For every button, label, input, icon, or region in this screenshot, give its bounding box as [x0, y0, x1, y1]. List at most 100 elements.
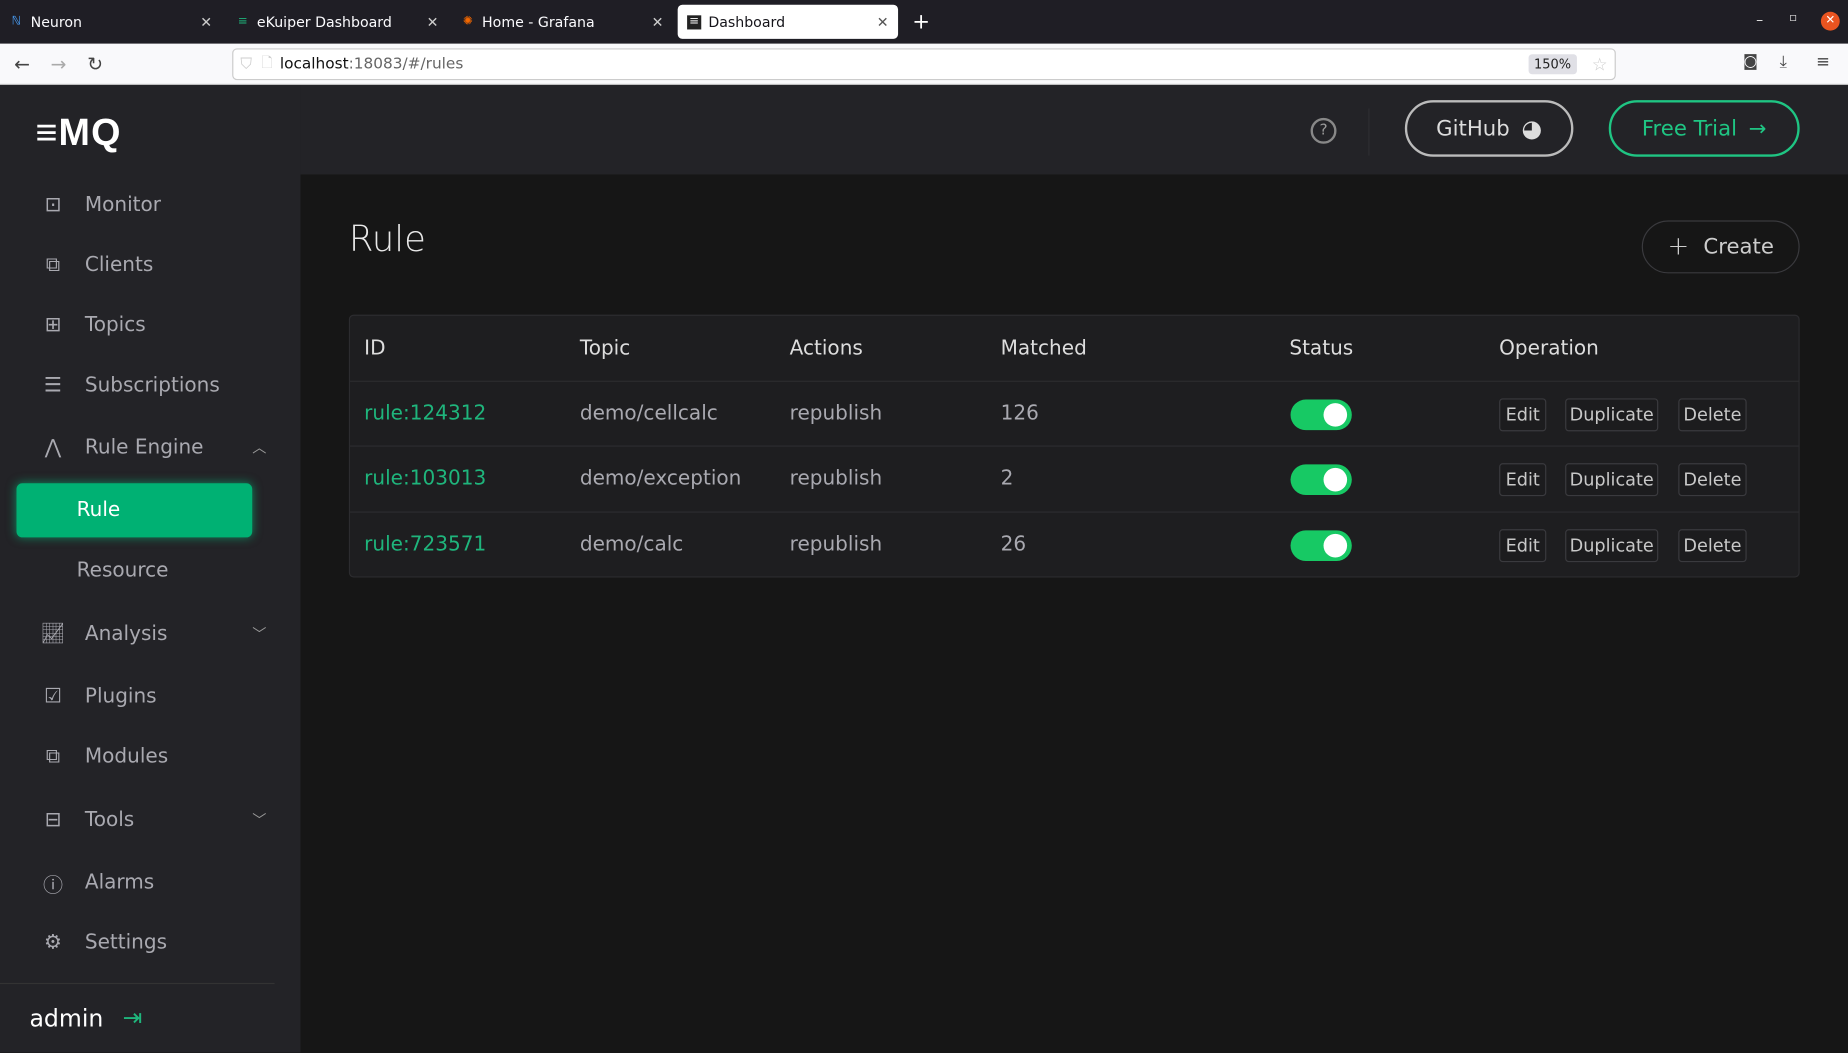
- close-tab-icon[interactable]: ✕: [427, 14, 439, 30]
- rule-id-link[interactable]: rule:723571: [364, 533, 486, 557]
- create-label: Create: [1703, 234, 1774, 260]
- tools-icon: ⊟: [44, 808, 62, 833]
- tab-grafana[interactable]: ✺ Home - Grafana ✕: [451, 5, 673, 39]
- rule-actions: republish: [789, 401, 883, 426]
- browser-nav-bar: ← → ↻ ⛉ 🗋 localhost:18083/#/rules 150% ☆…: [0, 43, 1848, 85]
- close-tab-icon[interactable]: ✕: [200, 14, 212, 30]
- sidebar-item-resource[interactable]: Resource: [77, 553, 169, 588]
- sidebar-item-alarms[interactable]: ⓘ Alarms: [40, 865, 154, 900]
- monitor-icon: ⊡: [44, 193, 62, 217]
- tab-label: Neuron: [30, 13, 83, 31]
- rule-topic: demo/cellcalc: [579, 401, 718, 426]
- delete-button[interactable]: Delete: [1678, 529, 1747, 563]
- tab-dashboard[interactable]: ≡ Dashboard ✕: [677, 4, 899, 39]
- divider: [0, 982, 275, 985]
- rule-topic: demo/exception: [579, 466, 742, 491]
- rule-engine-icon: ⋀: [44, 436, 62, 460]
- sidebar-item-tools[interactable]: ⊟ Tools: [40, 803, 135, 838]
- bookmark-star-icon[interactable]: ☆: [1592, 54, 1608, 75]
- sidebar-item-label: Rule Engine: [84, 436, 204, 460]
- sidebar-item-subscriptions[interactable]: ☰ Subscriptions: [40, 368, 220, 403]
- duplicate-button[interactable]: Duplicate: [1565, 463, 1659, 497]
- sidebar-item-modules[interactable]: ⧉ Modules: [40, 739, 168, 774]
- table-row: rule:723571 demo/calc republish 26 Edit …: [350, 511, 1799, 577]
- sidebar-item-rule[interactable]: Rule: [16, 483, 253, 538]
- sidebar-item-label: Resource: [76, 558, 169, 583]
- table-row: rule:103013 demo/exception republish 2 E…: [350, 445, 1799, 511]
- dashboard-icon: ≡: [687, 14, 702, 29]
- rule-actions: republish: [789, 532, 883, 557]
- zoom-level[interactable]: 150%: [1528, 54, 1577, 75]
- shield-icon: ⛉: [240, 55, 252, 74]
- edit-button[interactable]: Edit: [1499, 463, 1547, 497]
- page-icon: 🗋: [261, 54, 273, 71]
- tab-label: eKuiper Dashboard: [256, 13, 392, 31]
- url-host: localhost: [279, 55, 349, 74]
- chevron-down-icon[interactable]: ﹀: [252, 623, 266, 643]
- rule-actions: republish: [789, 466, 883, 491]
- sidebar-item-rule-engine[interactable]: ⋀ Rule Engine: [40, 430, 204, 465]
- rule-id-link[interactable]: rule:124312: [364, 402, 486, 426]
- top-header: ? GitHub ◕ Free Trial →: [300, 84, 1848, 175]
- sidebar-item-clients[interactable]: ⧉ Clients: [40, 247, 153, 282]
- status-toggle[interactable]: [1290, 464, 1352, 495]
- clients-icon: ⧉: [45, 253, 61, 277]
- url-bar[interactable]: ⛉ 🗋 localhost:18083/#/rules 150% ☆: [232, 48, 1616, 81]
- github-label: GitHub: [1436, 116, 1510, 141]
- duplicate-button[interactable]: Duplicate: [1565, 529, 1659, 563]
- browser-tab-bar: ℕ Neuron ✕ ≡ eKuiper Dashboard ✕ ✺ Home - Gra…: [0, 0, 1848, 44]
- duplicate-button[interactable]: Duplicate: [1565, 398, 1659, 432]
- create-button[interactable]: + Create: [1641, 220, 1800, 274]
- sidebar-item-label: Clients: [84, 253, 154, 277]
- delete-button[interactable]: Delete: [1678, 398, 1747, 432]
- minimize-button[interactable]: –: [1756, 12, 1763, 28]
- column-header-matched: Matched: [1000, 337, 1087, 361]
- github-button[interactable]: GitHub ◕: [1404, 100, 1574, 157]
- table-row: rule:124312 demo/cellcalc republish 126 …: [350, 380, 1799, 447]
- topics-icon: ⊞: [44, 313, 62, 338]
- analysis-icon: 📈︎: [40, 622, 66, 646]
- grafana-icon: ✺: [462, 14, 473, 28]
- close-tab-icon[interactable]: ✕: [877, 14, 889, 30]
- column-header-actions: Actions: [789, 337, 863, 361]
- pocket-icon[interactable]: ◙: [1743, 53, 1758, 71]
- column-header-operation: Operation: [1499, 337, 1599, 361]
- close-tab-icon[interactable]: ✕: [652, 14, 664, 30]
- rules-table: ID Topic Actions Matched Status Operatio…: [348, 314, 1800, 578]
- sidebar-item-topics[interactable]: ⊞ Topics: [40, 308, 146, 343]
- tab-ekuiper[interactable]: ≡ eKuiper Dashboard ✕: [226, 5, 448, 39]
- modules-icon: ⧉: [45, 744, 61, 769]
- logout-icon[interactable]: ⇥: [123, 1003, 143, 1031]
- gear-icon: ⚙: [44, 931, 63, 955]
- download-icon[interactable]: ⤓: [1780, 53, 1787, 72]
- forward-icon[interactable]: →: [51, 53, 67, 75]
- back-icon[interactable]: ←: [14, 53, 30, 75]
- edit-button[interactable]: Edit: [1499, 398, 1547, 432]
- chevron-up-icon[interactable]: ︿: [252, 437, 266, 457]
- rule-id-link[interactable]: rule:103013: [364, 467, 486, 491]
- delete-button[interactable]: Delete: [1678, 463, 1747, 497]
- status-toggle[interactable]: [1290, 530, 1352, 561]
- divider: [1368, 108, 1370, 156]
- sidebar-item-settings[interactable]: ⚙ Settings: [40, 925, 167, 960]
- plus-icon: +: [1667, 232, 1690, 262]
- edit-button[interactable]: Edit: [1499, 529, 1547, 563]
- help-icon[interactable]: ?: [1310, 117, 1337, 144]
- chevron-down-icon[interactable]: ﹀: [252, 810, 266, 830]
- sidebar-item-plugins[interactable]: ☑ Plugins: [40, 679, 157, 714]
- sidebar-item-monitor[interactable]: ⊡ Monitor: [40, 187, 161, 222]
- restore-button[interactable]: ▫: [1789, 12, 1797, 25]
- menu-icon[interactable]: ≡: [1816, 53, 1830, 72]
- new-tab-button[interactable]: +: [912, 9, 930, 34]
- rule-matched: 2: [1000, 466, 1014, 491]
- emq-logo: ≡MQ: [35, 110, 122, 154]
- column-header-status: Status: [1289, 337, 1354, 361]
- sidebar-item-analysis[interactable]: 📈︎ Analysis: [40, 616, 167, 651]
- url-path: :18083/#/rules: [348, 55, 464, 74]
- status-toggle[interactable]: [1290, 399, 1352, 431]
- free-trial-button[interactable]: Free Trial →: [1608, 100, 1800, 157]
- reload-icon[interactable]: ↻: [87, 53, 103, 75]
- close-window-button[interactable]: ✕: [1820, 11, 1840, 31]
- tab-neuron[interactable]: ℕ Neuron ✕: [0, 5, 222, 39]
- github-icon: ◕: [1521, 114, 1543, 143]
